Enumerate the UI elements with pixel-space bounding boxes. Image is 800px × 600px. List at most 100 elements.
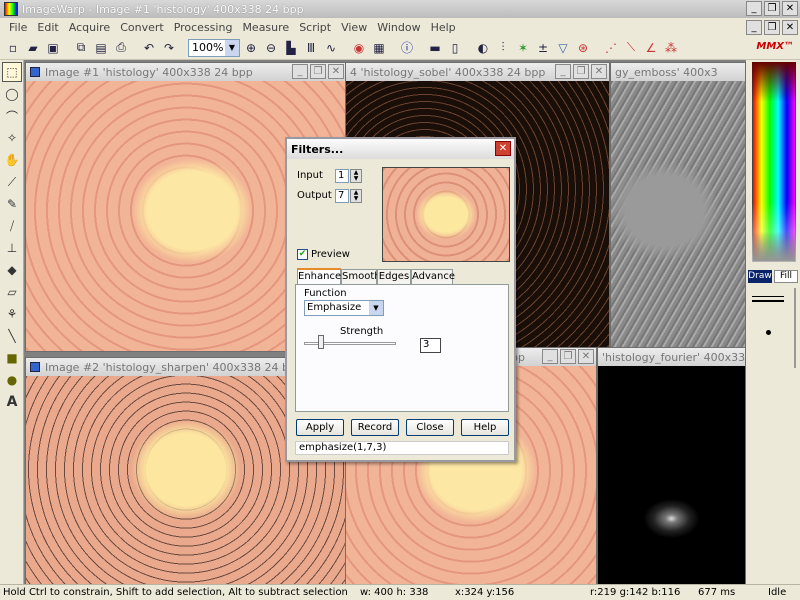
profile-icon[interactable]: Ⅲ <box>302 39 320 57</box>
zoom-out-icon[interactable]: ⊖ <box>262 39 280 57</box>
menu-edit[interactable]: Edit <box>32 21 63 34</box>
mdi-minimize-button[interactable]: _ <box>746 20 762 35</box>
close-button[interactable]: ✕ <box>328 64 344 79</box>
smudge-icon[interactable]: ⚘ <box>2 304 22 324</box>
color-wheel-icon[interactable]: ◉ <box>350 39 368 57</box>
minimize-button[interactable]: _ <box>555 64 571 79</box>
rectangle-icon[interactable]: ■ <box>2 348 22 368</box>
strength-slider-thumb[interactable] <box>318 335 324 349</box>
chevron-down-icon[interactable]: ▼ <box>225 39 239 56</box>
image-window-fourier[interactable]: 'histology_fourier' 400x338 <box>597 347 746 585</box>
magic-wand-icon[interactable]: ✧ <box>2 128 22 148</box>
histogram-icon[interactable]: ▙ <box>282 39 300 57</box>
spinner-arrows-icon[interactable]: ▲ ▼ <box>350 189 362 203</box>
image-window-emboss[interactable]: gy_emboss' 400x3 <box>610 62 746 352</box>
emboss-image[interactable] <box>611 81 745 351</box>
spinner-arrows-icon[interactable]: ▲ ▼ <box>350 169 362 183</box>
ellipse-icon[interactable]: ● <box>2 370 22 390</box>
minimize-button[interactable]: _ <box>292 64 308 79</box>
save-icon[interactable]: ▣ <box>44 39 62 57</box>
color-balance-icon[interactable]: ✶ <box>514 39 532 57</box>
dialog-close-btn[interactable]: Close <box>406 419 454 436</box>
dialog-close-button[interactable]: ✕ <box>495 141 511 156</box>
close-button[interactable]: ✕ <box>591 64 607 79</box>
maximize-button[interactable]: ❐ <box>560 349 576 364</box>
blob-icon[interactable]: ⁂ <box>662 39 680 57</box>
camera-icon[interactable]: ▬ <box>426 39 444 57</box>
angle-icon[interactable]: ∠ <box>642 39 660 57</box>
menu-measure[interactable]: Measure <box>237 21 294 34</box>
eyedropper-icon[interactable]: ⟋ <box>2 172 22 192</box>
lasso-icon[interactable]: ⌒ <box>2 106 22 126</box>
output-spinner[interactable]: 7 ▲ ▼ <box>335 189 362 203</box>
redo-icon[interactable]: ↷ <box>160 39 178 57</box>
window-title-bar[interactable]: Image #1 'histology' 400x338 24 bpp _ ❐ … <box>26 63 346 81</box>
line-width-thick[interactable] <box>752 300 784 302</box>
zoom-select[interactable]: 100% ▼ <box>188 38 240 57</box>
filter-icon[interactable]: ▽ <box>554 39 572 57</box>
tab-advance[interactable]: Advance <box>411 269 455 284</box>
text-icon[interactable]: A <box>2 392 22 412</box>
window-title-bar[interactable]: 'histology_fourier' 400x338 <box>598 348 745 366</box>
ellipse-select-icon[interactable]: ◯ <box>2 84 22 104</box>
brush-size-slider[interactable] <box>794 288 796 368</box>
mdi-restore-button[interactable]: ❐ <box>764 20 780 35</box>
tab-enhance[interactable]: Enhance <box>297 268 341 284</box>
fill-bucket-icon[interactable]: ◆ <box>2 260 22 280</box>
open-folder-icon[interactable]: ▰ <box>24 39 42 57</box>
menu-help[interactable]: Help <box>426 21 461 34</box>
window-title-bar[interactable]: gy_emboss' 400x3 <box>611 63 745 81</box>
record-button[interactable]: Record <box>351 419 399 436</box>
close-button[interactable]: ✕ <box>782 1 798 16</box>
fill-button[interactable]: Fill <box>774 270 798 283</box>
strength-input[interactable]: 3 <box>420 338 441 353</box>
menu-processing[interactable]: Processing <box>169 21 238 34</box>
target-icon[interactable]: ⊛ <box>574 39 592 57</box>
menu-acquire[interactable]: Acquire <box>64 21 115 34</box>
minimize-button[interactable]: _ <box>746 1 762 16</box>
points-icon[interactable]: ⋰ <box>602 39 620 57</box>
menu-window[interactable]: Window <box>372 21 425 34</box>
restore-button[interactable]: ❐ <box>764 1 780 16</box>
stamp-icon[interactable]: ⊥ <box>2 238 22 258</box>
preview-checkbox[interactable]: ✔ <box>297 249 308 260</box>
dialog-title-bar[interactable]: Filters... ✕ <box>287 139 514 159</box>
fourier-image[interactable] <box>598 366 745 584</box>
eraser-icon[interactable]: ▱ <box>2 282 22 302</box>
contrast-icon[interactable]: ◐ <box>474 39 492 57</box>
grid-icon[interactable]: ▦ <box>370 39 388 57</box>
zoom-in-icon[interactable]: ⊕ <box>242 39 260 57</box>
paste-icon[interactable]: ▤ <box>92 39 110 57</box>
menu-script[interactable]: Script <box>294 21 336 34</box>
pencil-icon[interactable]: ✎ <box>2 194 22 214</box>
input-spinner[interactable]: 1 ▲ ▼ <box>335 169 362 183</box>
menu-convert[interactable]: Convert <box>115 21 169 34</box>
brush-size-dot-icon[interactable] <box>766 330 771 335</box>
copy-icon[interactable]: ⧉ <box>72 39 90 57</box>
tab-edges[interactable]: Edges <box>377 269 411 284</box>
hand-icon[interactable]: ✋ <box>2 150 22 170</box>
plus-minus-icon[interactable]: ± <box>534 39 552 57</box>
new-file-icon[interactable]: ▫ <box>4 39 22 57</box>
line-measure-icon[interactable]: ⟍ <box>622 39 640 57</box>
help-button[interactable]: Help <box>461 419 509 436</box>
brush-icon[interactable]: ⧸ <box>2 216 22 236</box>
waveform-icon[interactable]: ∿ <box>322 39 340 57</box>
document-icon[interactable]: ▯ <box>446 39 464 57</box>
rectangle-select-icon[interactable]: ⬚ <box>2 62 22 82</box>
undo-icon[interactable]: ↶ <box>140 39 158 57</box>
mdi-close-button[interactable]: ✕ <box>782 20 798 35</box>
menu-view[interactable]: View <box>336 21 372 34</box>
line-width-thin[interactable] <box>752 296 784 297</box>
window-title-bar[interactable]: 4 'histology_sobel' 400x338 24 bpp _ ❐ ✕ <box>346 63 609 81</box>
maximize-button[interactable]: ❐ <box>573 64 589 79</box>
apply-button[interactable]: Apply <box>296 419 344 436</box>
tab-smooth[interactable]: Smooth <box>341 269 381 284</box>
menu-file[interactable]: File <box>4 21 32 34</box>
close-button[interactable]: ✕ <box>578 349 594 364</box>
print-icon[interactable]: ⎙ <box>112 39 130 57</box>
draw-button[interactable]: Draw <box>748 270 772 283</box>
levels-icon[interactable]: ⫶ <box>494 39 512 57</box>
chevron-down-icon[interactable]: ▼ <box>369 301 383 315</box>
function-select[interactable]: Emphasize ▼ <box>304 300 384 316</box>
